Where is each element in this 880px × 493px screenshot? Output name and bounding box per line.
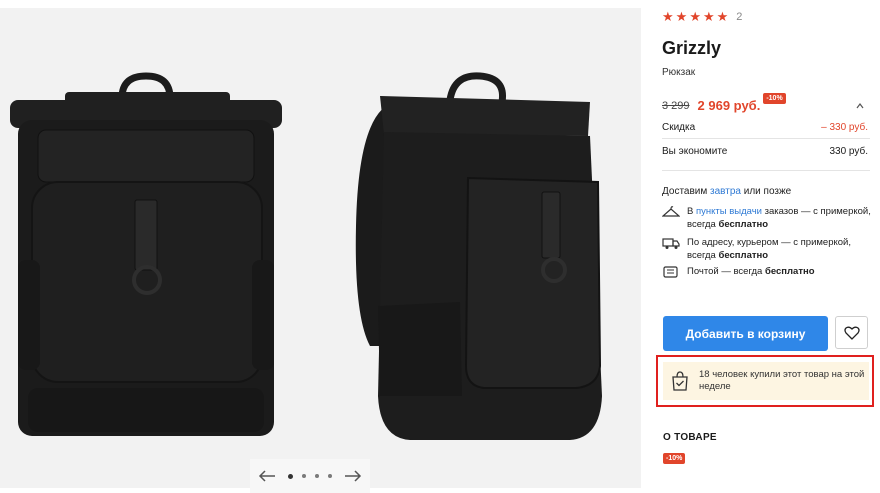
about-discount-badge: -10% [663,453,686,464]
review-count[interactable]: 2 [736,11,742,23]
purchase-stats-banner: 18 человек купили этот товар на этой нед… [663,362,869,400]
delivery-free-label: бесплатно [718,250,769,261]
star-icon: ★ [662,9,674,24]
product-image-angle[interactable] [350,66,608,444]
delivery-heading-prefix: Доставим [662,186,711,197]
hanger-icon [662,206,680,217]
delivery-free-label: бесплатно [764,266,815,277]
product-title: Grizzly [662,38,722,58]
discount-row: Скидка – 330 руб. [662,122,868,133]
gallery-dots [288,473,332,479]
gallery-dot[interactable] [328,474,332,478]
gallery-dot[interactable] [288,473,293,479]
delivery-option-mail: Почтой — всегда бесплатно [662,265,872,279]
current-price: 2 969 руб. [697,98,761,113]
old-price: 3 299 [662,99,690,112]
star-icon: ★ [702,9,715,24]
purchase-stats-text: 18 человек купили этот товар на этой нед… [699,369,865,392]
product-subtitle: Рюкзак [662,67,696,78]
delivery-date-link[interactable]: завтра [710,186,741,197]
delivery-text: В [687,206,696,217]
delivery-option-pickup: В пункты выдачи заказов — с примеркой, в… [662,205,872,231]
shopping-bag-check-icon [672,371,688,391]
arrow-right-icon[interactable] [342,467,364,485]
delivery-heading: Доставим завтра или позже [662,186,791,197]
savings-row: Вы экономите 330 руб. [662,146,868,157]
gallery-dot[interactable] [315,474,319,478]
delivery-heading-suffix: или позже [740,186,792,197]
star-icon: ★ [689,9,701,24]
delivery-option-courier: По адресу, курьером — с примеркой, всегд… [662,236,872,262]
star-icon: ★ [675,9,688,24]
discount-value: – 330 руб. [821,122,868,133]
price-row: 3 299 2 969 руб. -10% [662,93,870,113]
arrow-left-icon[interactable] [256,467,278,485]
add-to-cart-button[interactable]: Добавить в корзину [663,316,828,351]
delivery-text: По адресу, курьером — с примеркой, всегд… [687,237,851,261]
chevron-up-icon[interactable] [856,102,864,110]
gallery-dot[interactable] [302,474,306,478]
pickup-points-link[interactable]: пункты выдачи [696,206,762,217]
discount-label: Скидка [662,122,696,133]
divider [662,170,870,171]
mail-icon [663,266,678,278]
product-gallery [0,8,641,493]
favorite-button[interactable] [835,316,868,349]
product-image-front[interactable] [10,70,282,436]
divider [662,138,870,139]
truck-icon [662,238,680,249]
savings-label: Вы экономите [662,146,728,157]
rating[interactable]: ★ ★ ★ ★ ★ 2 [662,10,742,23]
heart-icon [843,326,860,340]
savings-value: 330 руб. [829,146,868,157]
delivery-free-label: бесплатно [718,219,769,230]
about-product-heading[interactable]: О ТОВАРЕ [663,432,717,443]
delivery-text: Почтой — всегда [687,266,765,277]
star-icon: ★ [716,9,729,24]
discount-badge: -10% [763,93,786,104]
